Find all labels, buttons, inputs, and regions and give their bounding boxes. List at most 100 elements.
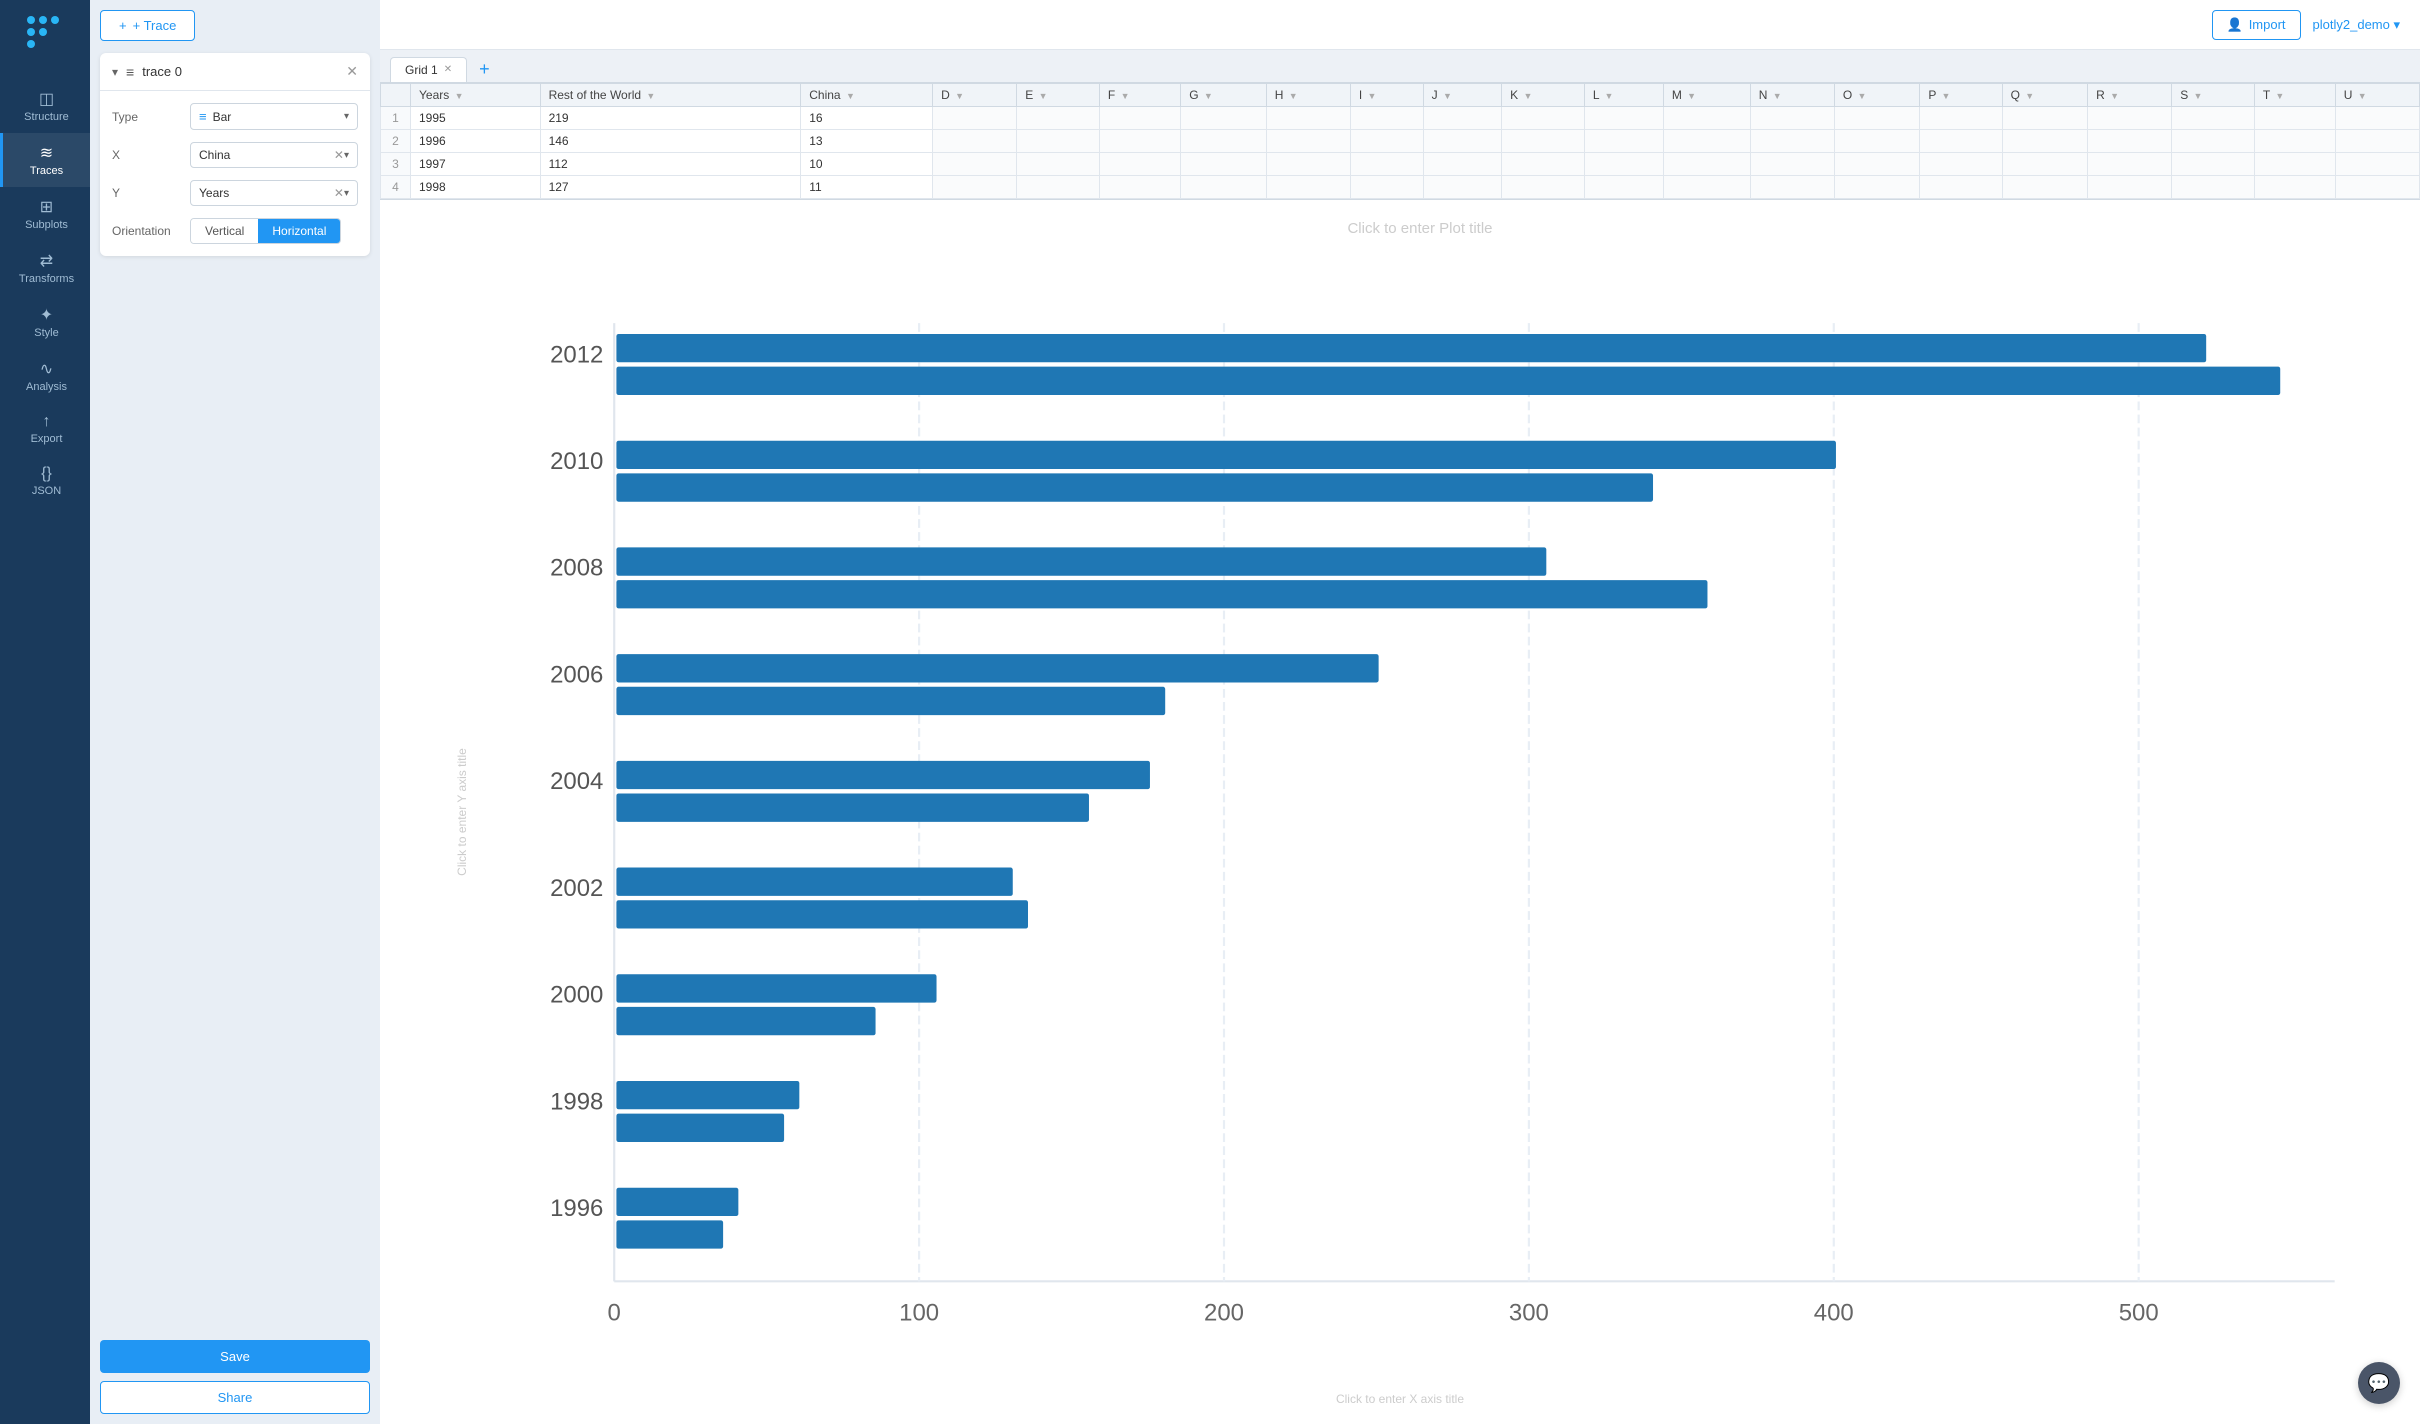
grid-col-k[interactable]: K ▼ <box>1502 84 1585 107</box>
chat-icon: 💬 <box>2368 1373 2390 1394</box>
svg-text:400: 400 <box>1814 1300 1854 1327</box>
transforms-icon: ⇄ <box>3 251 90 271</box>
sidebar-item-subplots[interactable]: ⊞ Subplots <box>0 187 90 241</box>
grid-col-r[interactable]: R ▼ <box>2088 84 2172 107</box>
svg-text:300: 300 <box>1509 1300 1549 1327</box>
orientation-horizontal-button[interactable]: Horizontal <box>258 219 340 243</box>
grid-col-q[interactable]: Q ▼ <box>2002 84 2088 107</box>
import-icon: 👤 <box>2227 17 2243 33</box>
chart-svg-wrapper: 0 100 200 300 400 500 2012 2010 <box>440 247 2400 1401</box>
grid-col-j[interactable]: J ▼ <box>1423 84 1502 107</box>
svg-text:2012: 2012 <box>550 341 603 368</box>
svg-text:1996: 1996 <box>550 1195 603 1222</box>
grid-tabs: Grid 1 ✕ + <box>380 50 2420 83</box>
bar-chart-icon: ≡ <box>199 109 207 124</box>
grid-col-years[interactable]: Years ▼ <box>411 84 541 107</box>
app-logo[interactable] <box>23 12 67 59</box>
add-trace-button[interactable]: + + Trace <box>100 10 195 41</box>
grid-col-s[interactable]: S ▼ <box>2172 84 2255 107</box>
close-trace-button[interactable]: ✕ <box>346 63 358 80</box>
grid-col-p[interactable]: P ▼ <box>1920 84 2002 107</box>
x-axis-label: X <box>112 148 182 162</box>
grid-col-t[interactable]: T ▼ <box>2254 84 2335 107</box>
grid-col-d[interactable]: D ▼ <box>933 84 1017 107</box>
chat-button[interactable]: 💬 <box>2358 1362 2400 1404</box>
grid-area: Grid 1 ✕ + Years ▼ Rest of the World ▼ C… <box>380 50 2420 200</box>
grid-col-h[interactable]: H ▼ <box>1266 84 1350 107</box>
orientation-label: Orientation <box>112 224 182 238</box>
collapse-icon[interactable]: ▾ <box>112 65 118 79</box>
traces-icon: ≋ <box>3 143 90 163</box>
x-field-select[interactable]: China ✕ ▾ <box>190 142 358 168</box>
sidebar-item-transforms[interactable]: ⇄ Transforms <box>0 241 90 295</box>
table-row: 3199711210 <box>381 153 2420 176</box>
grid-col-rest[interactable]: Rest of the World ▼ <box>540 84 801 107</box>
svg-text:500: 500 <box>2119 1300 2159 1327</box>
trace-name-label: trace 0 <box>142 64 338 79</box>
grid-col-i[interactable]: I ▼ <box>1350 84 1423 107</box>
svg-text:2008: 2008 <box>550 555 603 582</box>
grid-col-e[interactable]: E ▼ <box>1017 84 1100 107</box>
json-icon: {} <box>3 465 90 483</box>
svg-text:0: 0 <box>608 1300 621 1327</box>
grid-col-l[interactable]: L ▼ <box>1584 84 1663 107</box>
grid-col-o[interactable]: O ▼ <box>1834 84 1920 107</box>
chart-container: Click to enter Plot title Click to enter… <box>380 200 2420 1424</box>
add-grid-tab-button[interactable]: + <box>471 56 498 82</box>
share-button[interactable]: Share <box>100 1381 370 1414</box>
svg-text:100: 100 <box>899 1300 939 1327</box>
orientation-vertical-button[interactable]: Vertical <box>191 219 258 243</box>
sidebar-item-json[interactable]: {} JSON <box>0 455 90 507</box>
grid-body: 1199521916219961461331997112104199812711 <box>381 107 2420 199</box>
svg-text:2000: 2000 <box>550 982 603 1009</box>
sidebar-item-structure[interactable]: ◫ Structure <box>0 79 90 133</box>
type-field-row: Type ≡ Bar ▾ <box>112 103 358 130</box>
trace-type-icon: ≡ <box>126 64 134 80</box>
y-axis-label: Y <box>112 186 182 200</box>
orientation-buttons: Vertical Horizontal <box>190 218 341 244</box>
analysis-icon: ∿ <box>3 359 90 379</box>
grid-col-g[interactable]: G ▼ <box>1181 84 1267 107</box>
orientation-row: Orientation Vertical Horizontal <box>112 218 358 244</box>
grid-col-u[interactable]: U ▼ <box>2335 84 2419 107</box>
export-icon: ↑ <box>3 413 90 431</box>
grid-row-num-header <box>381 84 411 107</box>
grid-col-china[interactable]: China ▼ <box>801 84 933 107</box>
chart-area: Click to enter Plot title Click to enter… <box>380 200 2420 1424</box>
sidebar-item-style[interactable]: ✦ Style <box>0 295 90 349</box>
grid-table: Years ▼ Rest of the World ▼ China ▼ D ▼ … <box>380 83 2420 199</box>
sidebar-item-traces[interactable]: ≋ Traces <box>0 133 90 187</box>
sidebar-item-export[interactable]: ↑ Export <box>0 403 90 455</box>
y-clear-button[interactable]: ✕ <box>334 186 344 200</box>
chart-svg: 0 100 200 300 400 500 2012 2010 <box>440 247 2400 1401</box>
grid-col-f[interactable]: F ▼ <box>1099 84 1180 107</box>
table-row: 2199614613 <box>381 130 2420 153</box>
trace-card: ▾ ≡ trace 0 ✕ Type ≡ Bar ▾ X China <box>100 53 370 256</box>
svg-text:1998: 1998 <box>550 1088 603 1115</box>
structure-icon: ◫ <box>3 89 90 109</box>
y-field-select[interactable]: Years ✕ ▾ <box>190 180 358 206</box>
x-clear-button[interactable]: ✕ <box>334 148 344 162</box>
import-button[interactable]: 👤 Import <box>2212 10 2301 40</box>
svg-text:2004: 2004 <box>550 768 603 795</box>
y-dropdown-arrow: ▾ <box>344 188 349 199</box>
user-account[interactable]: plotly2_demo ▾ <box>2313 17 2400 33</box>
grid-col-m[interactable]: M ▼ <box>1663 84 1750 107</box>
type-select[interactable]: ≡ Bar ▾ <box>190 103 358 130</box>
plot-title[interactable]: Click to enter Plot title <box>440 220 2400 237</box>
type-label: Type <box>112 110 182 124</box>
plus-icon: + <box>119 18 127 33</box>
sidebar-item-analysis[interactable]: ∿ Analysis <box>0 349 90 403</box>
subplots-icon: ⊞ <box>3 197 90 217</box>
trace-card-header: ▾ ≡ trace 0 ✕ <box>100 53 370 91</box>
style-icon: ✦ <box>3 305 90 325</box>
svg-text:200: 200 <box>1204 1300 1244 1327</box>
grid-header-row: Years ▼ Rest of the World ▼ China ▼ D ▼ … <box>381 84 2420 107</box>
grid-tab-close[interactable]: ✕ <box>444 64 452 75</box>
sidebar: ◫ Structure ≋ Traces ⊞ Subplots ⇄ Transf… <box>0 0 90 1424</box>
y-field-row: Y Years ✕ ▾ <box>112 180 358 206</box>
grid-tab-1[interactable]: Grid 1 ✕ <box>390 57 467 82</box>
main-content: 👤 Import plotly2_demo ▾ Grid 1 ✕ + Years… <box>380 0 2420 1424</box>
save-button[interactable]: Save <box>100 1340 370 1373</box>
grid-col-n[interactable]: N ▼ <box>1750 84 1834 107</box>
